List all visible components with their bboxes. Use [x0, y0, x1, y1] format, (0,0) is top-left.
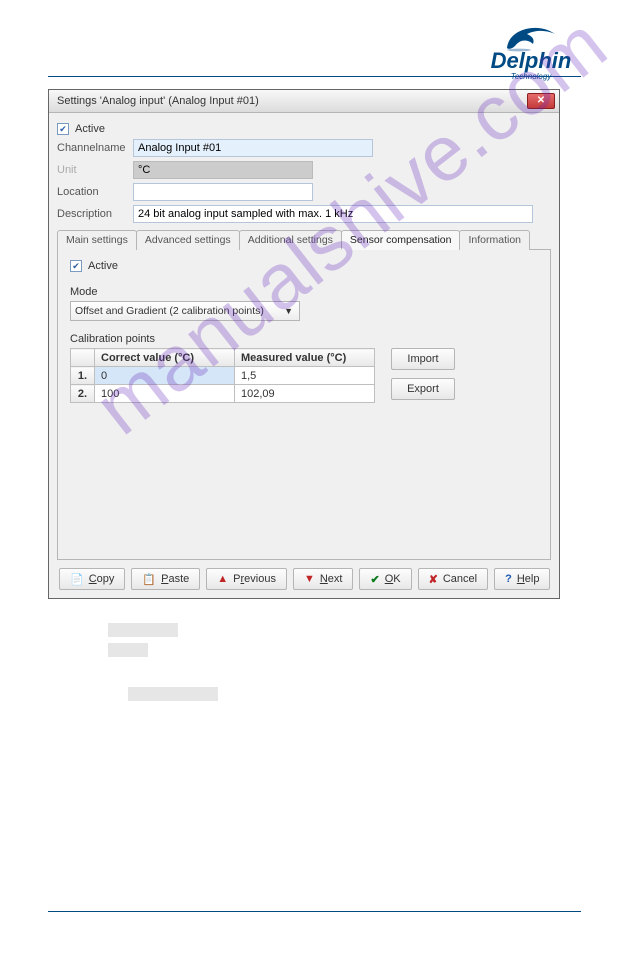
active-label: Active [75, 123, 105, 135]
cell-measured[interactable]: 102,09 [235, 385, 375, 403]
bottom-divider [48, 911, 581, 912]
location-label: Location [57, 186, 127, 198]
channelname-label: Channelname [57, 142, 127, 154]
brand-subtitle: Technology [481, 72, 581, 81]
close-icon: ✕ [537, 96, 545, 106]
cell-measured[interactable]: 1,5 [235, 367, 375, 385]
brand-name: Delphin [481, 50, 581, 72]
comp-active-label: Active [88, 260, 118, 272]
tab-main-settings[interactable]: Main settings [57, 230, 137, 250]
comp-active-checkbox[interactable]: ✔ [70, 260, 82, 272]
table-row[interactable]: 1. 0 1,5 [71, 367, 375, 385]
help-button[interactable]: ? Help [494, 568, 550, 590]
paste-icon: 📋 [142, 573, 156, 586]
cancel-label: Cancel [443, 573, 477, 585]
cell-correct[interactable]: 0 [95, 367, 235, 385]
settings-dialog: Settings 'Analog input' (Analog Input #0… [48, 89, 560, 599]
unit-label: Unit [57, 164, 127, 176]
export-label: Export [407, 383, 439, 395]
mode-select[interactable]: Offset and Gradient (2 calibration point… [70, 301, 300, 321]
row-num: 1. [71, 367, 95, 385]
description-input[interactable] [133, 205, 533, 223]
tab-advanced-settings[interactable]: Advanced settings [136, 230, 240, 250]
mode-value: Offset and Gradient (2 calibration point… [75, 305, 264, 317]
channelname-input[interactable] [133, 139, 373, 157]
chevron-down-icon: ▼ [278, 306, 299, 316]
table-header-row: Correct value (°C) Measured value (°C) [71, 349, 375, 367]
window-title: Settings 'Analog input' (Analog Input #0… [57, 95, 259, 107]
cancel-button[interactable]: ✘ Cancel [418, 568, 488, 590]
tab-bar: Main settings Advanced settings Addition… [57, 229, 551, 250]
next-tail: ext [328, 573, 343, 585]
tab-sensor-compensation[interactable]: Sensor compensation [341, 230, 461, 250]
check-icon: ✔ [370, 573, 379, 586]
calibration-label: Calibration points [70, 333, 538, 345]
help-icon: ? [505, 573, 512, 585]
export-button[interactable]: Export [391, 378, 455, 400]
col-measured: Measured value (°C) [235, 349, 375, 367]
location-input[interactable] [133, 183, 313, 201]
next-button[interactable]: ▼ Next [293, 568, 354, 590]
help-tail: elp [525, 573, 540, 585]
titlebar[interactable]: Settings 'Analog input' (Analog Input #0… [49, 90, 559, 113]
calibration-table[interactable]: Correct value (°C) Measured value (°C) 1… [70, 348, 375, 403]
brand-logo: Delphin Technology [481, 18, 581, 81]
copy-icon: 📄 [70, 573, 84, 586]
placeholder-bars [48, 623, 581, 701]
table-row[interactable]: 2. 100 102,09 [71, 385, 375, 403]
import-button[interactable]: Import [391, 348, 455, 370]
row-num: 2. [71, 385, 95, 403]
unit-input [133, 161, 313, 179]
tab-information[interactable]: Information [459, 230, 530, 250]
tab-content: ✔ Active Mode Offset and Gradient (2 cal… [57, 250, 551, 560]
active-checkbox[interactable]: ✔ [57, 123, 69, 135]
mode-label: Mode [70, 286, 538, 298]
dialog-button-row: 📄 Copy 📋 Paste ▲ Previous ▼ Next ✔ O [57, 568, 551, 590]
paste-button[interactable]: 📋 Paste [131, 568, 200, 590]
ok-tail: K [393, 573, 400, 585]
previous-button[interactable]: ▲ Previous [206, 568, 287, 590]
col-num [71, 349, 95, 367]
import-label: Import [407, 353, 438, 365]
x-icon: ✘ [429, 573, 438, 586]
col-correct: Correct value (°C) [95, 349, 235, 367]
tab-additional-settings[interactable]: Additional settings [239, 230, 342, 250]
close-button[interactable]: ✕ [527, 93, 555, 109]
description-label: Description [57, 208, 127, 220]
ok-button[interactable]: ✔ OK [359, 568, 411, 590]
arrow-up-icon: ▲ [217, 573, 228, 585]
prev-tail: evious [244, 573, 276, 585]
arrow-down-icon: ▼ [304, 573, 315, 585]
copy-tail: opy [97, 573, 115, 585]
cell-correct[interactable]: 100 [95, 385, 235, 403]
copy-button[interactable]: 📄 Copy [59, 568, 125, 590]
paste-tail: aste [168, 573, 189, 585]
